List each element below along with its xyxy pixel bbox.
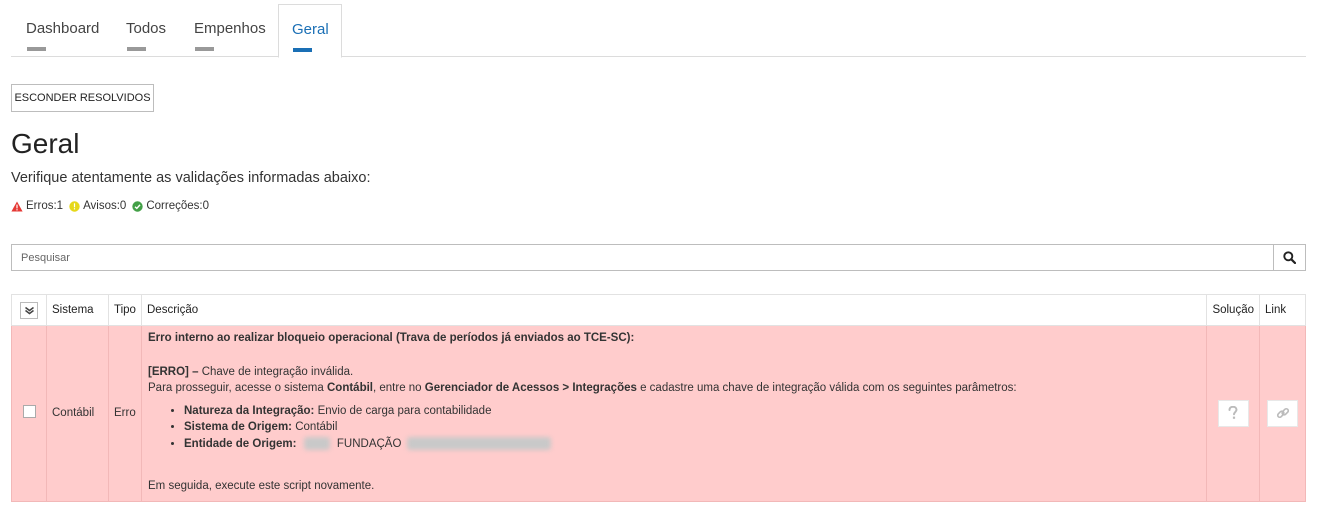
redacted-code bbox=[303, 436, 330, 450]
tab-todos-label: Todos bbox=[126, 20, 167, 37]
instruction-part-3: e cadastre uma chave de integração válid… bbox=[640, 382, 1017, 394]
tab-todos-indicator bbox=[127, 47, 146, 51]
tab-empenhos-indicator bbox=[195, 47, 214, 51]
instruction-system: Contábil bbox=[326, 382, 373, 394]
hide-resolved-button[interactable]: ESCONDER RESOLVIDOS bbox=[11, 84, 154, 112]
redacted-name bbox=[406, 436, 551, 450]
row-sistema: Contábil bbox=[46, 325, 109, 502]
header-select-all bbox=[11, 294, 47, 326]
errors-count: Erros:1 bbox=[26, 200, 64, 212]
tab-geral-indicator bbox=[293, 48, 312, 52]
row-checkbox[interactable] bbox=[22, 405, 36, 419]
errors-counter: Erros:1 bbox=[11, 200, 63, 212]
param-value: FUNDAÇÃO bbox=[336, 437, 402, 450]
error-footer: Em seguida, execute este script novament… bbox=[148, 480, 375, 492]
page-subtitle: Verifique atentamente as validações info… bbox=[11, 170, 371, 186]
warning-triangle-icon bbox=[11, 201, 23, 211]
row-descricao: Erro interno ao realizar bloqueio operac… bbox=[140, 325, 1208, 502]
table-header-row: Sistema Tipo Descrição Solução Link bbox=[11, 294, 1306, 326]
link-button[interactable] bbox=[1267, 399, 1298, 427]
error-tag: [ERRO] – bbox=[148, 365, 199, 378]
search-button[interactable] bbox=[1273, 244, 1306, 271]
tab-dashboard[interactable]: Dashboard bbox=[11, 4, 111, 57]
validations-table: Sistema Tipo Descrição Solução Link Cont… bbox=[11, 294, 1306, 502]
warnings-counter: Avisos:0 bbox=[69, 200, 126, 212]
list-item: Natureza da Integração: Envio de carga p… bbox=[184, 403, 1200, 420]
row-solucao bbox=[1206, 325, 1260, 502]
tab-geral[interactable]: Geral bbox=[278, 4, 342, 58]
select-all-button[interactable] bbox=[20, 301, 38, 319]
question-icon bbox=[1228, 406, 1238, 420]
header-link: Link bbox=[1259, 294, 1306, 326]
validation-counters: Erros:1 Avisos:0 Correções:0 bbox=[11, 200, 215, 212]
list-item: Entidade de Origem: FUNDAÇÃO bbox=[184, 436, 1200, 453]
corrections-count: Correções:0 bbox=[146, 200, 209, 212]
search-icon bbox=[1283, 251, 1296, 264]
tab-todos[interactable]: Todos bbox=[111, 4, 177, 57]
page-title: Geral bbox=[11, 128, 80, 159]
exclamation-circle-icon bbox=[69, 200, 80, 212]
table-row: Contábil Erro Erro interno ao realizar b… bbox=[11, 325, 1306, 502]
check-circle-icon bbox=[132, 200, 144, 212]
param-label: Sistema de Origem: bbox=[184, 421, 293, 433]
param-label: Entidade de Origem: bbox=[184, 437, 297, 450]
instruction-path: Gerenciador de Acessos > Integrações bbox=[424, 382, 637, 394]
tab-empenhos[interactable]: Empenhos bbox=[179, 4, 277, 57]
solution-button[interactable] bbox=[1217, 399, 1249, 427]
header-solucao: Solução bbox=[1206, 294, 1260, 326]
param-label: Natureza da Integração: bbox=[184, 404, 315, 417]
row-link bbox=[1259, 325, 1306, 502]
search-input[interactable] bbox=[11, 244, 1273, 271]
error-message: Chave de integração inválida. bbox=[201, 365, 354, 378]
corrections-counter: Correções:0 bbox=[132, 200, 209, 212]
tab-dashboard-indicator bbox=[27, 47, 46, 51]
header-descricao: Descrição bbox=[140, 294, 1208, 326]
row-tipo: Erro bbox=[108, 325, 142, 502]
tab-bar: Dashboard Todos Empenhos Geral bbox=[11, 4, 1306, 58]
param-value: Envio de carga para contabilidade bbox=[317, 404, 492, 417]
link-icon bbox=[1276, 408, 1289, 419]
warnings-count: Avisos:0 bbox=[83, 200, 127, 212]
tab-dashboard-label: Dashboard bbox=[26, 20, 100, 37]
error-title: Erro interno ao realizar bloqueio operac… bbox=[148, 332, 635, 344]
tab-geral-label: Geral bbox=[292, 21, 329, 38]
header-sistema: Sistema bbox=[46, 294, 109, 326]
instruction-part-2: , entre no bbox=[372, 382, 422, 394]
tab-empenhos-label: Empenhos bbox=[194, 20, 266, 37]
search-bar bbox=[11, 244, 1306, 271]
row-select-cell bbox=[11, 325, 47, 502]
instruction-part-1: Para prosseguir, acesse o sistema bbox=[148, 382, 324, 394]
double-check-icon bbox=[24, 306, 34, 314]
param-value: Contábil bbox=[295, 421, 338, 433]
list-item: Sistema de Origem: Contábil bbox=[184, 419, 1200, 436]
parameter-list: Natureza da Integração: Envio de carga p… bbox=[148, 403, 1200, 453]
header-tipo: Tipo bbox=[108, 294, 142, 326]
